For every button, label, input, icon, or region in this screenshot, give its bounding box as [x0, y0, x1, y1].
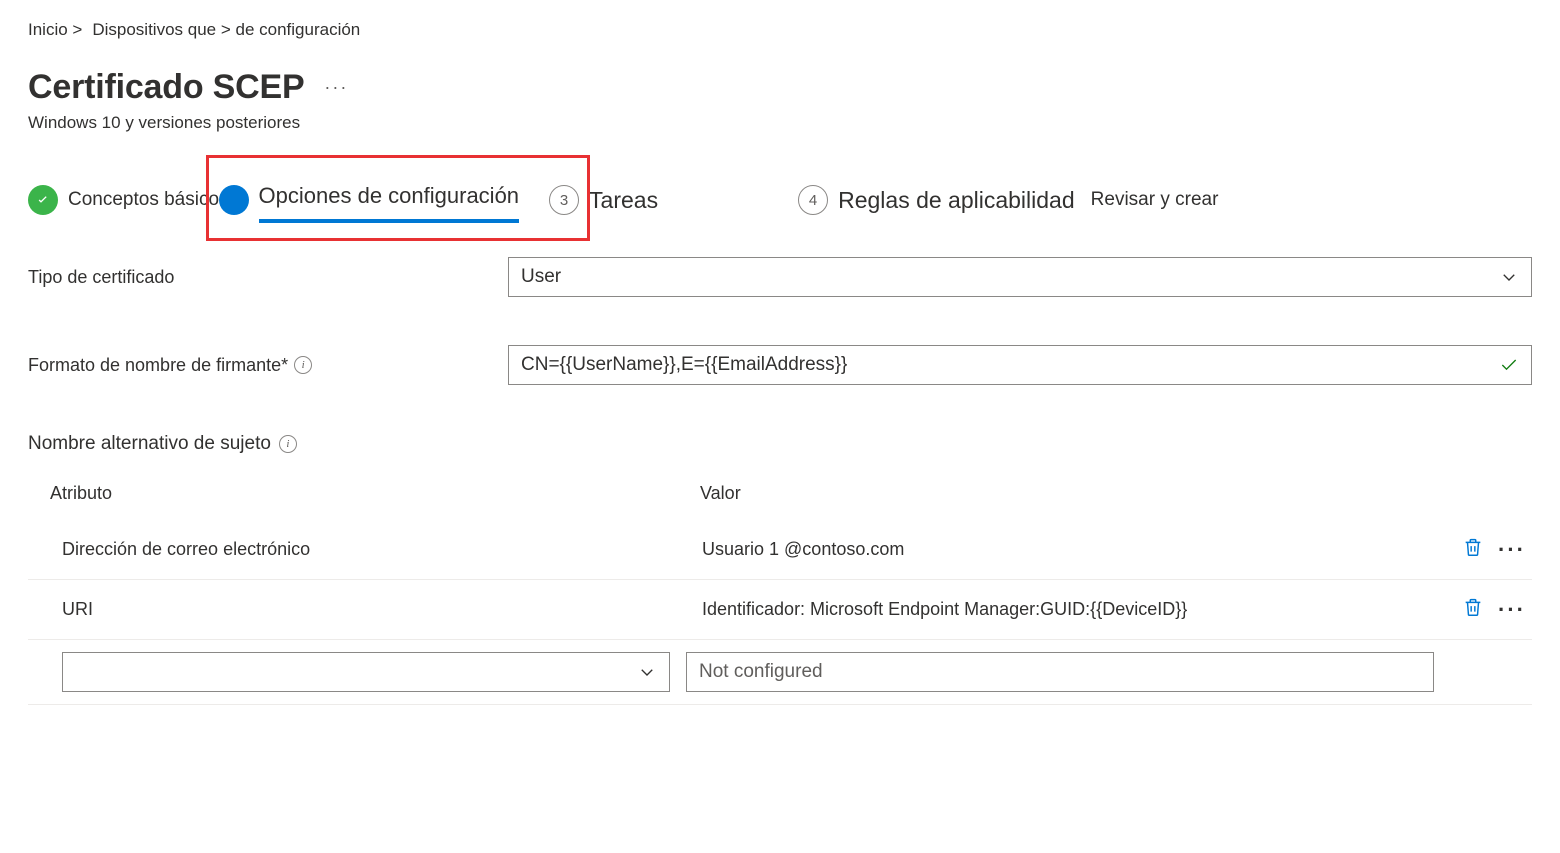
input-placeholder: Not configured	[699, 661, 823, 683]
san-section-title: Nombre alternativo de sujeto i	[28, 433, 1532, 455]
page-title: Certificado SCEP	[28, 68, 304, 107]
info-icon[interactable]: i	[294, 356, 312, 374]
step-label: Opciones de configuración	[259, 183, 520, 208]
san-new-value-input[interactable]: Not configured	[686, 652, 1434, 692]
san-table: Atributo Valor Dirección de correo elect…	[28, 483, 1532, 705]
select-value: User	[521, 266, 561, 288]
step-applicability[interactable]: 4 Reglas de aplicabilidad	[798, 185, 1075, 215]
step-number-icon	[219, 185, 249, 215]
san-row: Dirección de correo electrónico Usuario …	[28, 520, 1532, 580]
certificate-type-select[interactable]: User	[508, 257, 1532, 297]
row-more-icon[interactable]: ···	[1498, 597, 1526, 623]
step-number-icon: 4	[798, 185, 828, 215]
active-step-underline	[259, 219, 520, 223]
chevron-down-icon	[1499, 267, 1519, 287]
delete-icon[interactable]	[1462, 536, 1484, 563]
san-row: URI Identificador: Microsoft Endpoint Ma…	[28, 580, 1532, 640]
subject-name-format-label: Formato de nombre de firmante* i	[28, 355, 508, 376]
info-icon[interactable]: i	[279, 435, 297, 453]
delete-icon[interactable]	[1462, 596, 1484, 623]
step-tasks[interactable]: 3 Tareas	[549, 185, 658, 215]
row-more-icon[interactable]: ···	[1498, 537, 1526, 563]
page-subtitle: Windows 10 y versiones posteriores	[28, 113, 1532, 133]
certificate-type-label: Tipo de certificado	[28, 267, 508, 288]
wizard-steps: Conceptos básicos Opciones de configurac…	[28, 183, 1532, 217]
san-attr: URI	[62, 599, 702, 620]
breadcrumb-item-home[interactable]: Inicio >	[28, 20, 82, 40]
step-label: Revisar y crear	[1091, 189, 1219, 211]
san-new-row: Not configured	[28, 640, 1532, 705]
step-label: Conceptos básicos	[68, 189, 229, 211]
step-basics[interactable]: Conceptos básicos	[28, 185, 229, 215]
step-review[interactable]: Revisar y crear	[1091, 189, 1219, 211]
step-label: Reglas de aplicabilidad	[838, 187, 1075, 214]
san-new-attribute-select[interactable]	[62, 652, 670, 692]
san-column-value: Valor	[700, 483, 1510, 504]
san-value: Identificador: Microsoft Endpoint Manage…	[702, 599, 1462, 620]
input-value: CN={{UserName}},E={{EmailAddress}}	[521, 354, 847, 376]
san-column-attribute: Atributo	[50, 483, 700, 504]
subject-name-format-input[interactable]: CN={{UserName}},E={{EmailAddress}}	[508, 345, 1532, 385]
breadcrumb-item-devices[interactable]: Dispositivos que > de configuración	[92, 20, 360, 40]
step-label: Tareas	[589, 187, 658, 214]
step-configuration[interactable]: Opciones de configuración	[219, 183, 520, 217]
san-value: Usuario 1 @contoso.com	[702, 539, 1462, 560]
san-attr: Dirección de correo electrónico	[62, 539, 702, 560]
chevron-down-icon	[637, 662, 657, 682]
breadcrumb: Inicio > Dispositivos que > de configura…	[28, 20, 1532, 40]
more-actions-button[interactable]: ···	[324, 77, 348, 98]
checkmark-icon	[1499, 355, 1519, 375]
step-number-icon: 3	[549, 185, 579, 215]
checkmark-icon	[28, 185, 58, 215]
